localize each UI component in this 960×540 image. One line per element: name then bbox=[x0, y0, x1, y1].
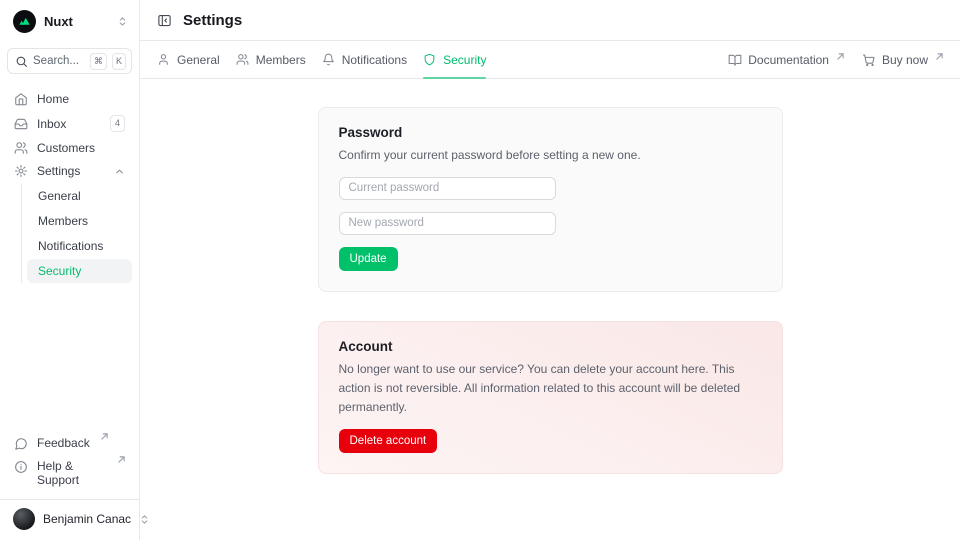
chat-bubble-icon bbox=[14, 437, 28, 451]
external-link-icon bbox=[837, 53, 844, 60]
tab-label: Notifications bbox=[342, 53, 407, 67]
inbox-count-badge: 4 bbox=[110, 115, 125, 132]
sidebar-spacer bbox=[7, 283, 132, 432]
search-input[interactable]: Search... ⌘ K bbox=[7, 48, 132, 74]
sidebar-item-security[interactable]: Security bbox=[27, 259, 132, 283]
sidebar-collapse-icon[interactable] bbox=[157, 13, 172, 28]
user-name: Benjamin Canac bbox=[43, 512, 131, 526]
user-icon bbox=[157, 53, 170, 66]
workspace-switcher[interactable]: Nuxt bbox=[7, 8, 132, 35]
password-card: Password Confirm your current password b… bbox=[318, 107, 783, 292]
sidebar-item-inbox[interactable]: Inbox 4 bbox=[7, 111, 132, 136]
search-placeholder: Search... bbox=[33, 55, 85, 67]
sidebar-item-customers[interactable]: Customers bbox=[7, 137, 132, 159]
sidebar-item-settings[interactable]: Settings bbox=[7, 160, 132, 182]
link-label: Documentation bbox=[748, 53, 829, 67]
account-card: Account No longer want to use our servic… bbox=[318, 321, 783, 474]
card-title: Account bbox=[339, 339, 762, 354]
external-link-icon bbox=[101, 433, 108, 440]
sidebar-item-members[interactable]: Members bbox=[27, 209, 132, 233]
sidebar-item-feedback[interactable]: Feedback bbox=[7, 432, 132, 455]
chevron-up-down-icon bbox=[117, 16, 128, 27]
external-link-icon bbox=[118, 456, 125, 463]
sidebar-item-general[interactable]: General bbox=[27, 184, 132, 208]
tab-security[interactable]: Security bbox=[423, 41, 486, 78]
settings-tab-bar: General Members Notifications Security bbox=[140, 41, 960, 79]
tab-members[interactable]: Members bbox=[236, 41, 306, 78]
tab-label: Members bbox=[256, 53, 306, 67]
search-icon bbox=[15, 55, 28, 68]
card-title: Password bbox=[339, 125, 762, 140]
sidebar-item-help-support[interactable]: Help & Support bbox=[7, 455, 132, 491]
link-label: Buy now bbox=[882, 53, 928, 67]
page-title: Settings bbox=[183, 12, 242, 29]
settings-sub-nav: General Members Notifications Security bbox=[21, 184, 132, 283]
users-icon bbox=[236, 53, 249, 66]
book-open-icon bbox=[728, 53, 742, 67]
chevron-up-icon bbox=[114, 166, 125, 177]
sidebar-item-label: Home bbox=[37, 92, 125, 106]
current-password-field[interactable] bbox=[339, 177, 556, 200]
sidebar-item-notifications[interactable]: Notifications bbox=[27, 234, 132, 258]
sidebar-item-home[interactable]: Home bbox=[7, 88, 132, 110]
update-password-button[interactable]: Update bbox=[339, 247, 398, 271]
sidebar-item-label: Settings bbox=[37, 164, 105, 178]
workspace-name: Nuxt bbox=[44, 14, 109, 29]
bell-icon bbox=[322, 53, 335, 66]
inbox-icon bbox=[14, 117, 28, 131]
buy-now-link[interactable]: Buy now bbox=[862, 41, 943, 78]
kbd-meta: ⌘ bbox=[90, 53, 107, 70]
kbd-k: K bbox=[112, 53, 126, 70]
home-icon bbox=[14, 92, 28, 106]
sidebar-nav: Home Inbox 4 Customers Settings Ge bbox=[7, 88, 132, 283]
gear-icon bbox=[14, 164, 28, 178]
page-header: Settings bbox=[140, 0, 960, 41]
users-icon bbox=[14, 141, 28, 155]
shopping-cart-icon bbox=[862, 53, 876, 67]
info-circle-icon bbox=[14, 460, 28, 474]
tab-label: Security bbox=[443, 53, 486, 67]
sidebar-item-label: Inbox bbox=[37, 117, 101, 131]
sidebar-item-label: Customers bbox=[37, 141, 125, 155]
sidebar-item-label: Feedback bbox=[37, 436, 90, 450]
delete-account-button[interactable]: Delete account bbox=[339, 429, 438, 453]
external-link-icon bbox=[936, 53, 943, 60]
avatar bbox=[13, 508, 35, 530]
nuxt-logo-icon bbox=[13, 10, 36, 33]
tab-bar-spacer bbox=[502, 41, 712, 78]
sidebar: Nuxt Search... ⌘ K Home Inbox 4 bbox=[0, 0, 140, 540]
shield-icon bbox=[423, 53, 436, 66]
tab-notifications[interactable]: Notifications bbox=[322, 41, 407, 78]
card-description: Confirm your current password before set… bbox=[339, 146, 762, 165]
sidebar-item-label: Help & Support bbox=[37, 459, 107, 487]
main-panel: Settings General Members Notifications S… bbox=[140, 0, 960, 540]
tab-label: General bbox=[177, 53, 220, 67]
new-password-field[interactable] bbox=[339, 212, 556, 235]
user-menu[interactable]: Benjamin Canac bbox=[7, 500, 132, 532]
documentation-link[interactable]: Documentation bbox=[728, 41, 844, 78]
settings-security-content: Password Confirm your current password b… bbox=[140, 79, 960, 540]
tab-general[interactable]: General bbox=[157, 41, 220, 78]
card-description: No longer want to use our service? You c… bbox=[339, 360, 762, 417]
